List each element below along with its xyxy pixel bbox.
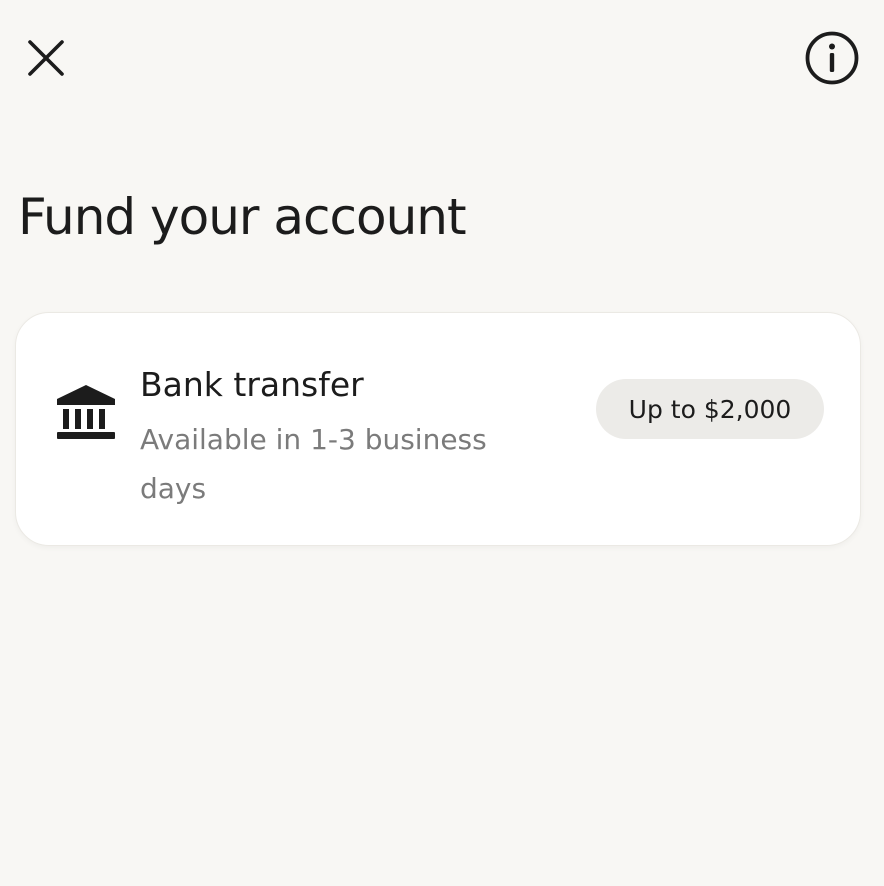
info-icon: [805, 31, 859, 85]
bank-icon: [57, 385, 115, 439]
close-button[interactable]: [18, 30, 74, 86]
option-title: Bank transfer: [140, 365, 364, 404]
bank-transfer-option[interactable]: Bank transfer Available in 1-3 business …: [15, 312, 861, 546]
page-title: Fund your account: [18, 188, 467, 246]
info-button[interactable]: [802, 28, 862, 88]
limit-badge: Up to $2,000: [596, 379, 824, 439]
option-subtitle: Available in 1-3 business days: [140, 423, 487, 505]
close-icon: [28, 40, 64, 76]
